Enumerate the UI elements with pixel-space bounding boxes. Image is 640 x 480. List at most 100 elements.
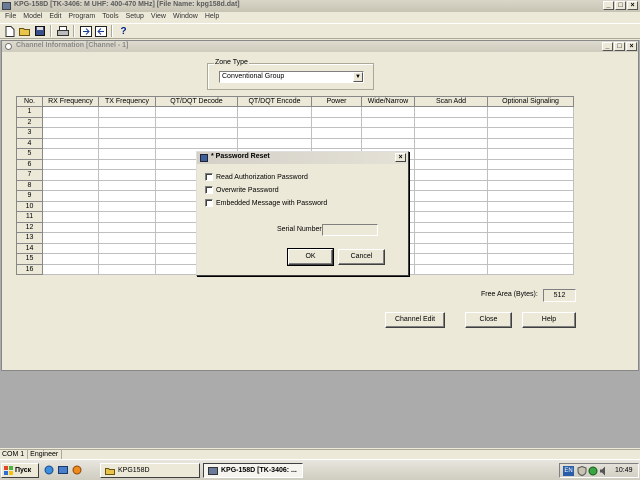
table-cell[interactable] xyxy=(42,264,99,275)
table-cell[interactable] xyxy=(98,159,156,170)
table-cell[interactable] xyxy=(487,190,574,202)
zone-type-select[interactable]: Conventional Group ▼ xyxy=(219,71,364,83)
menu-setup[interactable]: Setup xyxy=(123,12,148,23)
table-cell[interactable] xyxy=(98,138,156,149)
menu-help[interactable]: Help xyxy=(202,12,223,23)
child-minimize-button[interactable]: _ xyxy=(602,42,613,51)
table-cell[interactable] xyxy=(42,180,99,191)
read-radio-icon[interactable] xyxy=(79,25,92,38)
table-cell[interactable] xyxy=(98,222,156,233)
table-cell[interactable] xyxy=(361,106,415,118)
write-radio-icon[interactable] xyxy=(94,25,107,38)
table-cell[interactable] xyxy=(98,243,156,254)
menu-window[interactable]: Window xyxy=(170,12,202,23)
table-cell[interactable] xyxy=(311,127,362,139)
table-cell[interactable] xyxy=(98,180,156,191)
language-indicator[interactable]: EN xyxy=(563,465,574,476)
table-cell[interactable] xyxy=(311,117,362,128)
checkbox[interactable] xyxy=(205,199,213,207)
menu-view[interactable]: View xyxy=(148,12,170,23)
table-cell[interactable] xyxy=(414,190,488,202)
serial-number-field[interactable] xyxy=(322,224,378,236)
dropdown-arrow-icon[interactable]: ▼ xyxy=(353,72,363,82)
taskbar-item-folder[interactable]: KPG158D xyxy=(100,463,200,478)
ie-quicklaunch-icon[interactable] xyxy=(44,465,54,475)
taskbar-item-app[interactable]: KPG-158D [TK-3406: ... xyxy=(203,463,303,478)
print-icon[interactable] xyxy=(56,25,69,38)
shield-tray-icon[interactable] xyxy=(577,465,587,476)
table-cell[interactable] xyxy=(487,180,574,191)
child-close-button[interactable]: × xyxy=(626,42,637,51)
table-cell[interactable] xyxy=(42,138,99,149)
table-cell[interactable] xyxy=(311,138,362,149)
table-cell[interactable] xyxy=(42,243,99,254)
table-cell[interactable] xyxy=(414,159,488,170)
table-cell[interactable] xyxy=(98,106,156,118)
checkbox[interactable] xyxy=(205,173,213,181)
table-cell[interactable] xyxy=(98,117,156,128)
table-cell[interactable] xyxy=(487,232,574,244)
table-cell[interactable] xyxy=(487,211,574,223)
table-cell[interactable] xyxy=(98,232,156,244)
table-cell[interactable] xyxy=(487,148,574,160)
table-cell[interactable] xyxy=(237,117,312,128)
table-cell[interactable] xyxy=(42,106,99,118)
table-cell[interactable] xyxy=(414,169,488,181)
table-cell[interactable] xyxy=(98,253,156,265)
table-cell[interactable] xyxy=(42,127,99,139)
help-question-icon[interactable]: ? xyxy=(117,25,130,38)
table-cell[interactable] xyxy=(237,138,312,149)
channel-edit-button[interactable]: Channel Edit xyxy=(385,312,445,328)
menu-program[interactable]: Program xyxy=(65,12,99,23)
table-cell[interactable] xyxy=(414,127,488,139)
table-cell[interactable] xyxy=(487,243,574,254)
table-cell[interactable] xyxy=(361,117,415,128)
save-disk-icon[interactable] xyxy=(33,25,46,38)
table-cell[interactable] xyxy=(414,201,488,212)
ok-button[interactable]: OK xyxy=(287,248,334,266)
table-cell[interactable] xyxy=(487,264,574,275)
table-cell[interactable] xyxy=(414,106,488,118)
table-cell[interactable] xyxy=(487,201,574,212)
table-cell[interactable] xyxy=(98,190,156,202)
table-cell[interactable] xyxy=(42,190,99,202)
media-player-icon[interactable] xyxy=(72,465,82,475)
table-cell[interactable] xyxy=(42,169,99,181)
table-cell[interactable] xyxy=(487,106,574,118)
table-cell[interactable] xyxy=(414,222,488,233)
start-button[interactable]: Пуск xyxy=(1,463,39,478)
close-button[interactable]: × xyxy=(627,1,638,10)
network-tray-icon[interactable] xyxy=(588,466,598,476)
table-cell[interactable] xyxy=(487,253,574,265)
option-read-authorization[interactable]: Read Authorization Password xyxy=(205,173,308,181)
cancel-button[interactable]: Cancel xyxy=(338,249,385,265)
table-cell[interactable] xyxy=(42,232,99,244)
option-overwrite-password[interactable]: Overwrite Password xyxy=(205,186,279,194)
table-cell[interactable] xyxy=(414,180,488,191)
dialog-close-button[interactable]: × xyxy=(395,153,406,162)
table-cell[interactable] xyxy=(414,264,488,275)
table-cell[interactable] xyxy=(414,232,488,244)
table-cell[interactable] xyxy=(487,127,574,139)
table-cell[interactable] xyxy=(42,253,99,265)
table-cell[interactable] xyxy=(155,117,238,128)
table-cell[interactable] xyxy=(98,127,156,139)
table-cell[interactable] xyxy=(98,264,156,275)
minimize-button[interactable]: _ xyxy=(603,1,614,10)
table-cell[interactable] xyxy=(311,106,362,118)
table-cell[interactable] xyxy=(98,211,156,223)
table-cell[interactable] xyxy=(98,148,156,160)
table-cell[interactable] xyxy=(42,211,99,223)
open-folder-icon[interactable] xyxy=(18,25,31,38)
table-cell[interactable] xyxy=(155,127,238,139)
table-cell[interactable] xyxy=(98,201,156,212)
table-row[interactable]: 1 xyxy=(16,106,574,118)
child-maximize-button[interactable]: □ xyxy=(614,42,625,51)
new-file-icon[interactable] xyxy=(3,25,16,38)
table-cell[interactable] xyxy=(361,127,415,139)
close-window-button[interactable]: Close xyxy=(465,312,512,328)
table-cell[interactable] xyxy=(42,201,99,212)
table-cell[interactable] xyxy=(98,169,156,181)
option-embedded-message[interactable]: Embedded Message with Password xyxy=(205,199,327,207)
volume-tray-icon[interactable] xyxy=(599,466,609,476)
